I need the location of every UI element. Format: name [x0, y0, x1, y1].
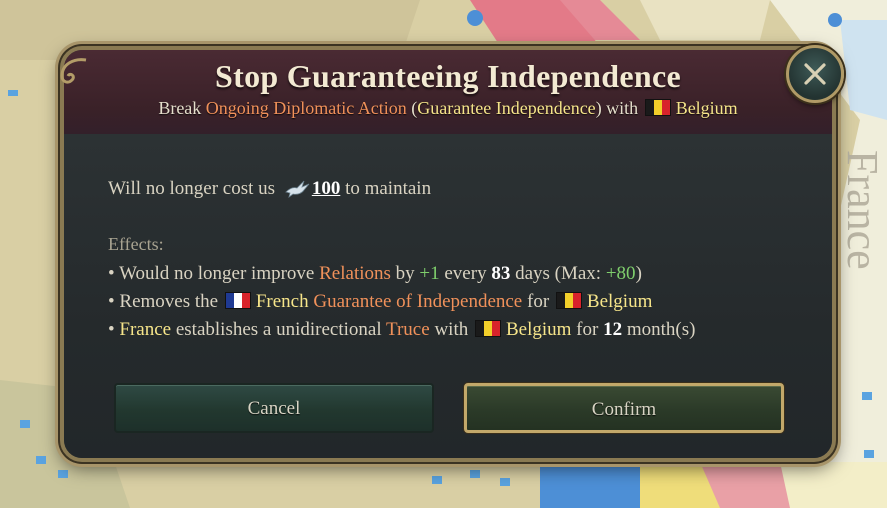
bullet: •	[108, 291, 120, 312]
effects-label: Effects:	[108, 234, 164, 254]
france-link[interactable]: France	[119, 319, 171, 340]
days-value: 83	[491, 263, 511, 284]
belgium-link[interactable]: Belgium	[587, 291, 652, 312]
ornament-corner-icon	[60, 58, 87, 84]
action-type-link[interactable]: Ongoing Diplomatic Action	[206, 98, 407, 118]
effect-text: month(s)	[622, 319, 696, 340]
dialog-header: Stop Guaranteeing Independence Break Ong…	[64, 50, 832, 136]
effects-list: • Would no longer improve Relations by +…	[108, 260, 695, 344]
effect-line-truce: • France establishes a unidirectional Tr…	[108, 316, 695, 344]
effect-text: )	[635, 263, 642, 284]
effect-text: establishes a unidirectional	[171, 319, 387, 340]
belgium-flag-icon	[555, 292, 582, 309]
guarantee-modifier-link[interactable]: Guarantee of Independence	[313, 291, 522, 312]
months-value: 12	[603, 319, 623, 340]
effect-text: every	[439, 263, 492, 284]
effect-text: for	[571, 319, 604, 340]
effect-text: Removes the	[119, 291, 223, 312]
french-link[interactable]: French	[256, 291, 309, 312]
subtitle-prefix: Break	[158, 98, 206, 118]
diplomatic-action-dialog: Stop Guaranteeing Independence Break Ong…	[60, 46, 836, 462]
action-name-link[interactable]: Guarantee Independence	[417, 98, 595, 118]
effect-text: with	[429, 319, 473, 340]
close-button[interactable]	[786, 45, 844, 103]
belgium-link[interactable]: Belgium	[506, 319, 571, 340]
cost-suffix: to maintain	[345, 178, 432, 199]
cost-amount[interactable]: 100	[312, 178, 341, 199]
effect-text: for	[522, 291, 554, 312]
effect-line-relations: • Would no longer improve Relations by +…	[108, 260, 695, 288]
relations-link[interactable]: Relations	[319, 263, 391, 284]
effect-text: by	[390, 263, 420, 284]
cancel-button[interactable]: Cancel	[114, 383, 434, 433]
subtitle-open-paren: (	[406, 98, 418, 118]
effect-line-guarantee: • Removes the French Guarantee of Indepe…	[108, 288, 695, 316]
effect-text: days (Max:	[510, 263, 606, 284]
confirm-button[interactable]: Confirm	[464, 383, 784, 433]
dove-icon	[285, 180, 310, 198]
belgium-flag-icon	[474, 320, 501, 337]
target-country-link[interactable]: Belgium	[676, 98, 738, 118]
truce-link[interactable]: Truce	[386, 319, 430, 340]
dialog-title: Stop Guaranteeing Independence	[215, 58, 681, 94]
cost-prefix: Will no longer cost us	[108, 178, 276, 199]
relations-amount: +1	[419, 263, 440, 284]
svg-text:France: France	[838, 150, 887, 270]
france-flag-icon	[224, 292, 251, 309]
cost-line: Will no longer cost us 100 to maintain	[108, 178, 431, 200]
bullet: •	[108, 319, 120, 340]
max-value: +80	[605, 263, 636, 284]
subtitle-with: ) with	[595, 98, 643, 118]
dialog-subtitle: Break Ongoing Diplomatic Action (Guarant…	[64, 98, 832, 119]
belgium-flag-icon	[644, 99, 671, 116]
close-icon	[804, 63, 826, 85]
bullet: •	[108, 263, 120, 284]
effect-text: Would no longer improve	[119, 263, 320, 284]
